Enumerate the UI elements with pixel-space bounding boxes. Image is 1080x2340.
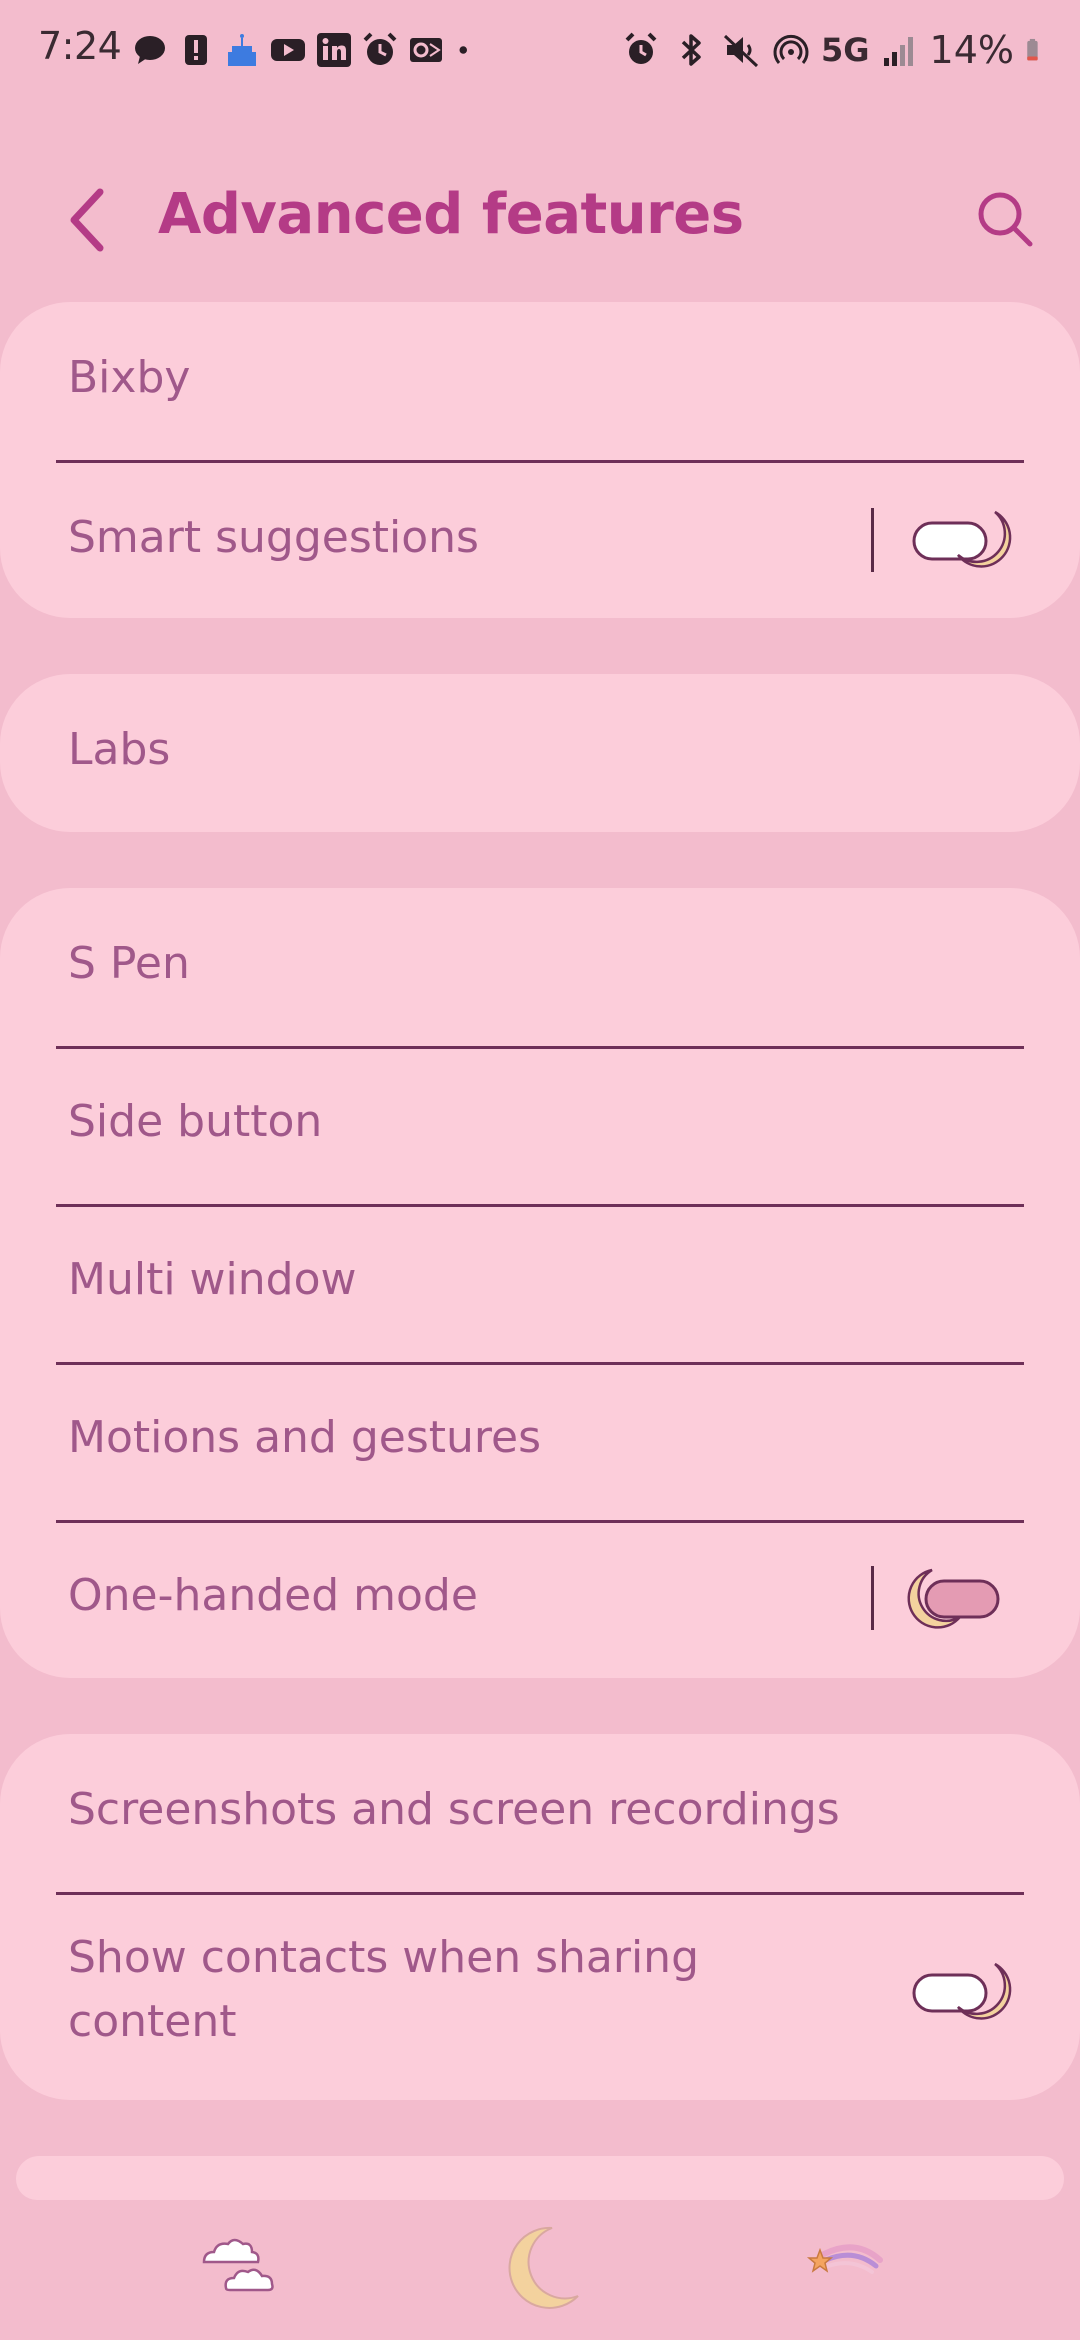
outlook-icon <box>410 38 442 62</box>
hotspot-icon <box>773 34 809 64</box>
list-item-bixby[interactable]: Bixby <box>0 302 1080 460</box>
mute-icon <box>723 34 759 68</box>
dot-icon <box>459 46 467 54</box>
navigation-bar <box>0 2200 1080 2340</box>
battery-percent: 14% <box>929 28 1014 72</box>
notification-icons <box>130 30 482 70</box>
page-title: Advanced features <box>158 182 744 247</box>
list-item-label: Smart suggestions <box>68 512 479 563</box>
alert-icon <box>185 35 207 65</box>
list-item-label: Motions and gestures <box>68 1412 542 1463</box>
search-icon[interactable] <box>968 182 1044 258</box>
list-item-label: Screenshots and screen recordings <box>68 1784 840 1835</box>
status-bar: 7:24 5G 14% <box>0 0 1080 100</box>
alarm-icon <box>363 32 397 65</box>
list-item-label: One-handed mode <box>68 1570 478 1621</box>
list-item-show-contacts[interactable]: Show contacts when sharing content <box>0 1894 1080 2100</box>
battery-icon <box>1027 38 1038 61</box>
one-handed-mode-toggle[interactable] <box>896 1566 1006 1632</box>
list-item-smart-suggestions[interactable]: Smart suggestions <box>0 462 1080 618</box>
status-time: 7:24 <box>38 24 122 68</box>
divider <box>871 1566 874 1630</box>
smart-suggestions-toggle[interactable] <box>910 508 1020 574</box>
list-item-screenshots[interactable]: Screenshots and screen recordings <box>0 1734 1080 1892</box>
back-chevron-icon[interactable] <box>50 180 130 260</box>
youtube-icon <box>271 39 305 61</box>
list-item-label: S Pen <box>68 938 190 989</box>
settings-group-bixby: Bixby Smart suggestions <box>0 302 1080 618</box>
list-item-label: Show contacts when sharing <box>68 1932 699 1983</box>
system-status-icons: 5G 14% <box>621 28 1050 72</box>
app-bar: Advanced features <box>0 160 1080 270</box>
list-item-side-button[interactable]: Side button <box>0 1048 1080 1204</box>
list-item-label: Labs <box>68 724 171 775</box>
list-item-s-pen[interactable]: S Pen <box>0 888 1080 1046</box>
settings-group-next <box>16 2156 1064 2200</box>
signal-icon <box>883 37 913 66</box>
divider <box>871 508 874 572</box>
bluetooth-icon <box>681 34 701 66</box>
show-contacts-toggle[interactable] <box>910 1960 1020 2026</box>
back-shooting-star-icon[interactable] <box>800 2220 900 2320</box>
settings-group-sharing: Screenshots and screen recordings Show c… <box>0 1734 1080 2100</box>
cake-icon <box>228 34 256 66</box>
chat-icon <box>135 36 165 64</box>
recent-apps-cloud-icon[interactable] <box>190 2220 290 2320</box>
list-item-label-line2: content <box>68 1996 237 2047</box>
settings-group-controls: S Pen Side button Multi window Motions a… <box>0 888 1080 1678</box>
settings-group-labs: Labs <box>0 674 1080 832</box>
list-item-multi-window[interactable]: Multi window <box>0 1206 1080 1362</box>
home-moon-icon[interactable] <box>490 2220 590 2320</box>
network-type: 5G <box>821 31 870 69</box>
list-item-labs[interactable]: Labs <box>0 674 1080 832</box>
list-item-label: Multi window <box>68 1254 357 1305</box>
list-item-label: Side button <box>68 1096 323 1147</box>
alarm-icon <box>625 32 657 64</box>
list-item-one-handed-mode[interactable]: One-handed mode <box>0 1522 1080 1678</box>
linkedin-icon <box>317 33 351 67</box>
list-item-motions-gestures[interactable]: Motions and gestures <box>0 1364 1080 1520</box>
list-item-label: Bixby <box>68 352 191 403</box>
